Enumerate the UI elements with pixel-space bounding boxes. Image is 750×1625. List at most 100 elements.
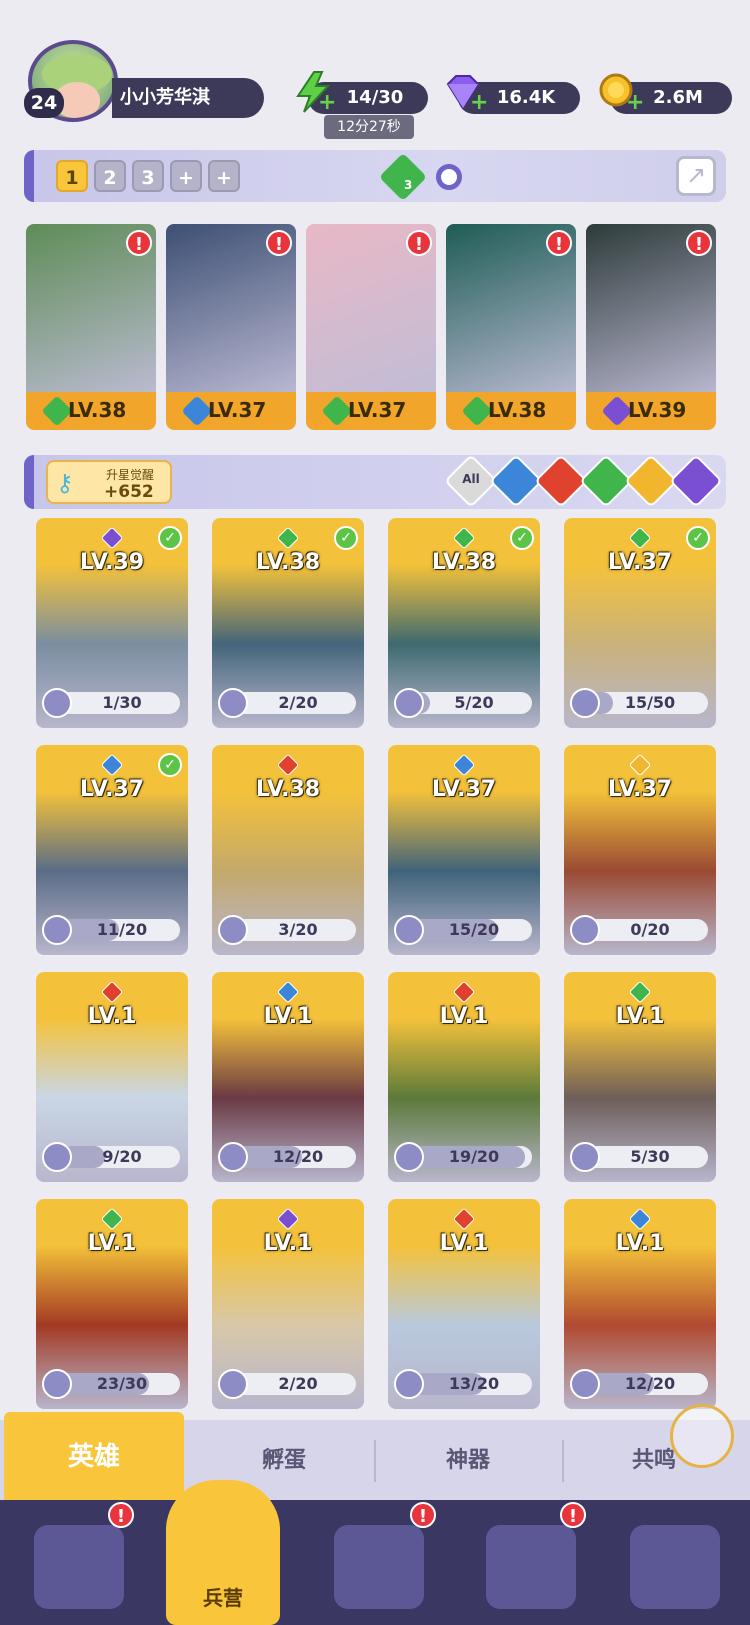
shard-progress-text: 12/20: [272, 1147, 324, 1166]
team-hero-card[interactable]: LV.38!: [26, 224, 156, 430]
gold-value: 2.6M: [653, 87, 703, 108]
hero-card[interactable]: LV.37 ✓ 15/50: [564, 518, 716, 728]
gold-plus-icon[interactable]: +: [626, 90, 644, 115]
key-icon: ⚷: [56, 469, 74, 497]
hero-card[interactable]: LV.1 12/20: [564, 1199, 716, 1409]
element-gem-count: 3: [404, 178, 413, 192]
team-tab-add-2[interactable]: +: [208, 160, 240, 192]
shard-progress-text: 3/20: [278, 920, 318, 939]
in-team-check-icon: ✓: [686, 526, 710, 550]
hero-card[interactable]: LV.37 0/20: [564, 745, 716, 955]
nav-map-icon[interactable]: [334, 1525, 424, 1609]
shard-icon: [42, 688, 72, 718]
alert-icon: !: [266, 230, 292, 256]
in-team-check-icon: ✓: [334, 526, 358, 550]
nav-guild-icon[interactable]: [630, 1525, 720, 1609]
share-icon[interactable]: ↗: [676, 156, 716, 196]
shard-progress-text: 5/20: [454, 693, 494, 712]
shard-icon: [394, 1142, 424, 1172]
gem-value: 16.4K: [496, 87, 556, 108]
hero-level: LV.38: [488, 398, 547, 422]
shard-icon: [570, 688, 600, 718]
hero-card[interactable]: LV.37 ✓ 11/20: [36, 745, 188, 955]
hero-level: LV.38: [255, 777, 321, 802]
hero-level: LV.1: [87, 1004, 137, 1029]
hero-card[interactable]: LV.37 15/20: [388, 745, 540, 955]
energy-timer: 12分27秒: [324, 115, 414, 139]
floating-compass-button[interactable]: [670, 1404, 734, 1468]
shard-progress-text: 12/20: [624, 1374, 676, 1393]
alert-icon: !: [126, 230, 152, 256]
shard-progress-text: 19/20: [448, 1147, 500, 1166]
shard-progress-text: 15/20: [448, 920, 500, 939]
hero-card[interactable]: LV.1 19/20: [388, 972, 540, 1182]
hero-level: LV.37: [607, 777, 673, 802]
shard-icon: [394, 915, 424, 945]
tab-heroes[interactable]: 英雄: [4, 1412, 184, 1502]
hero-level: LV.1: [263, 1231, 313, 1256]
shard-progress-text: 11/20: [96, 920, 148, 939]
hero-card[interactable]: LV.1 23/30: [36, 1199, 188, 1409]
gem-plus-icon[interactable]: +: [470, 90, 488, 115]
hero-level: LV.1: [87, 1231, 137, 1256]
shard-progress-text: 2/20: [278, 693, 318, 712]
awaken-value: +652: [104, 482, 154, 502]
alert-icon: !: [406, 230, 432, 256]
team-hero-card[interactable]: LV.37!: [306, 224, 436, 430]
team-tab-add-1[interactable]: +: [170, 160, 202, 192]
energy-plus-icon[interactable]: +: [318, 90, 336, 115]
nav-castle-alert-icon: !: [560, 1502, 586, 1528]
hero-card[interactable]: LV.1 13/20: [388, 1199, 540, 1409]
awaken-label: 升星觉醒: [106, 468, 155, 482]
shard-icon: [42, 915, 72, 945]
hero-level: LV.37: [348, 398, 407, 422]
alert-icon: !: [546, 230, 572, 256]
energy-value: 14/30: [346, 87, 404, 108]
player-name[interactable]: 小小芳华淇: [112, 78, 264, 118]
shard-icon: [42, 1142, 72, 1172]
magnifier-icon[interactable]: [436, 164, 462, 190]
in-team-check-icon: ✓: [158, 753, 182, 777]
hero-card[interactable]: LV.38 3/20: [212, 745, 364, 955]
shard-icon: [42, 1369, 72, 1399]
hero-level: LV.37: [431, 777, 497, 802]
hero-card[interactable]: LV.1 2/20: [212, 1199, 364, 1409]
hero-level: LV.37: [208, 398, 267, 422]
shard-progress-text: 5/30: [630, 1147, 670, 1166]
shard-icon: [570, 1369, 600, 1399]
shard-icon: [570, 915, 600, 945]
hero-card[interactable]: LV.1 9/20: [36, 972, 188, 1182]
team-bar: [24, 150, 726, 202]
hero-level: LV.1: [615, 1004, 665, 1029]
hero-card[interactable]: LV.1 12/20: [212, 972, 364, 1182]
team-tab-1[interactable]: 1: [56, 160, 88, 192]
team-hero-card[interactable]: LV.37!: [166, 224, 296, 430]
team-hero-card[interactable]: LV.38!: [446, 224, 576, 430]
filter-bar-accent: [24, 455, 34, 509]
tab-artifact[interactable]: 神器: [376, 1420, 560, 1502]
nav-barracks-label: 兵营: [203, 1586, 243, 1610]
hero-level: LV.39: [628, 398, 687, 422]
hero-level: LV.38: [255, 550, 321, 575]
shard-icon: [394, 688, 424, 718]
team-bar-accent: [24, 150, 34, 202]
shard-icon: [218, 1142, 248, 1172]
shard-icon: [218, 915, 248, 945]
hero-level: LV.38: [68, 398, 127, 422]
awaken-button[interactable]: ⚷ 升星觉醒 +652: [46, 460, 172, 504]
hero-level: LV.1: [263, 1004, 313, 1029]
team-hero-card[interactable]: LV.39!: [586, 224, 716, 430]
team-tab-2[interactable]: 2: [94, 160, 126, 192]
nav-cards-icon[interactable]: [34, 1525, 124, 1609]
player-level: 24: [24, 88, 64, 118]
nav-castle-icon[interactable]: [486, 1525, 576, 1609]
hero-card[interactable]: LV.1 5/30: [564, 972, 716, 1182]
hero-card[interactable]: LV.38 ✓ 5/20: [388, 518, 540, 728]
shard-progress-text: 1/30: [102, 693, 142, 712]
hero-card[interactable]: LV.38 ✓ 2/20: [212, 518, 364, 728]
hero-level: LV.37: [79, 777, 145, 802]
filter-all-label: All: [462, 472, 480, 486]
team-tab-3[interactable]: 3: [132, 160, 164, 192]
hero-card[interactable]: LV.39 ✓ 1/30: [36, 518, 188, 728]
hero-level: LV.39: [79, 550, 145, 575]
